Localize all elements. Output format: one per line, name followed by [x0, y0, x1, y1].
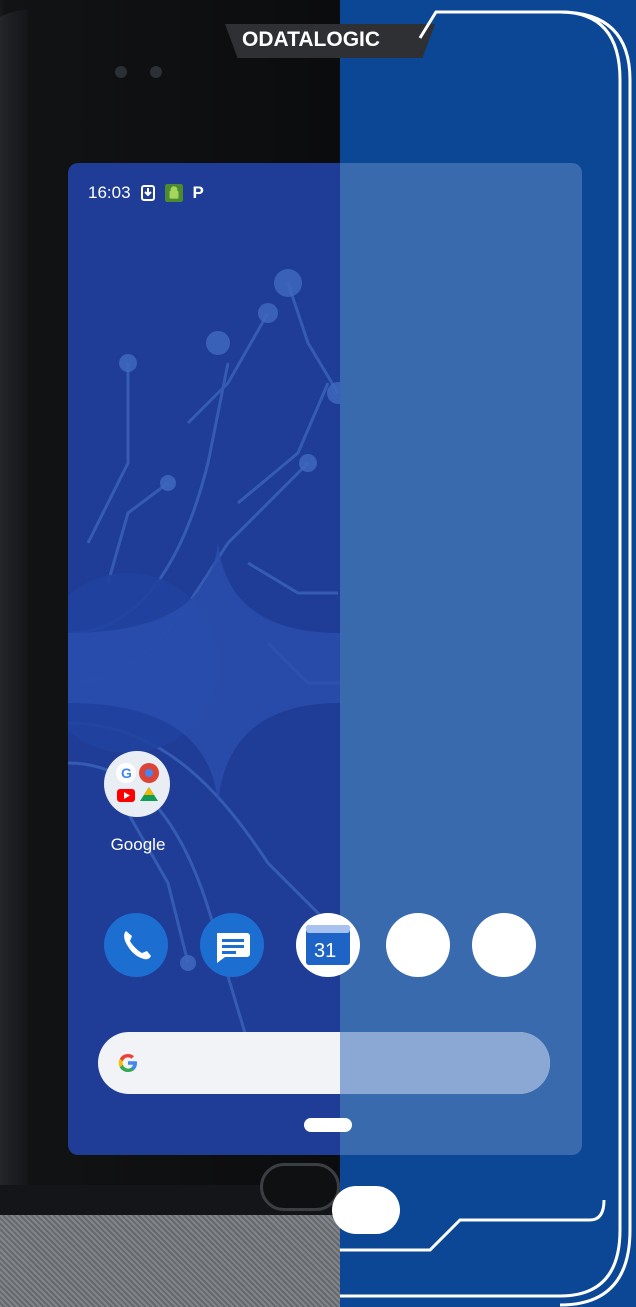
device-marketing-image: ODATALOGIC 16:03 P G Google 31: [0, 0, 636, 1307]
home-button-graphic: [332, 1186, 400, 1234]
blank-app-icon-2[interactable]: [472, 913, 536, 977]
search-bar-overlay: [340, 1032, 550, 1094]
device-screen: 16:03 P G Google 31: [68, 163, 582, 1155]
speaker-grill: [0, 1215, 340, 1307]
status-bar: 16:03 P: [88, 181, 204, 205]
google-folder[interactable]: G: [104, 751, 170, 817]
calendar-icon: 31: [306, 925, 350, 965]
android-debug-icon: [164, 184, 183, 202]
circuit-wallpaper: [68, 269, 340, 1052]
svg-text:G: G: [121, 765, 132, 781]
calendar-app-icon[interactable]: 31: [296, 913, 360, 977]
datalogic-logo: ODATALOGIC: [242, 28, 381, 51]
google-search-bar[interactable]: [98, 1032, 550, 1094]
screen-overlay-panel: [340, 163, 582, 1155]
messages-icon: [217, 933, 250, 963]
blank-app-icon-1[interactable]: [386, 913, 450, 977]
device-edge: [0, 10, 28, 1290]
sensor-dot-2: [150, 66, 162, 78]
calendar-date: 31: [314, 940, 336, 962]
physical-home-button: [260, 1163, 340, 1211]
google-folder-label: Google: [110, 835, 166, 854]
status-time: 16:03: [88, 183, 131, 202]
parking-p-icon: P: [192, 183, 204, 202]
google-folder-icons: G: [116, 763, 159, 802]
download-icon: [140, 185, 155, 201]
phone-icon: [124, 931, 151, 960]
home-indicator[interactable]: [304, 1118, 352, 1132]
google-g-icon: [118, 1054, 137, 1072]
sensor-dot-1: [115, 66, 127, 78]
messages-app-icon[interactable]: [200, 913, 264, 977]
phone-app-icon[interactable]: [104, 913, 168, 977]
